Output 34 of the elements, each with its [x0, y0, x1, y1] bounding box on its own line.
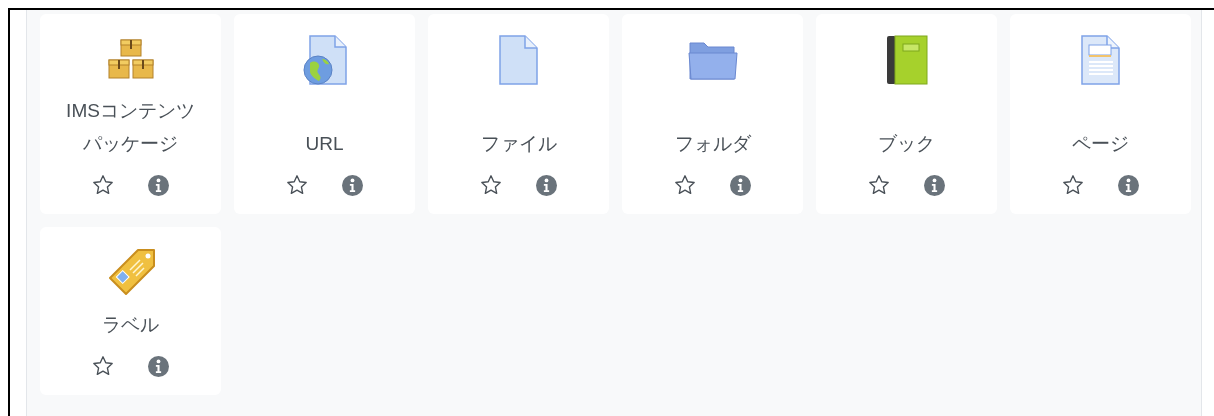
module-name: IMSコンテンツ: [66, 99, 195, 123]
module-name: ラベル: [102, 313, 159, 337]
star-icon[interactable]: [92, 355, 114, 377]
module-name: ページ: [1072, 132, 1129, 156]
star-icon[interactable]: [868, 174, 890, 196]
module-card[interactable]: ブック: [816, 14, 997, 214]
module-card[interactable]: ラベル: [40, 227, 221, 395]
page-icon: [1080, 35, 1121, 85]
book-icon: [885, 35, 928, 85]
star-icon[interactable]: [92, 174, 114, 196]
module-name: ファイル: [480, 132, 557, 156]
module-card[interactable]: ファイル: [428, 14, 609, 214]
module-card[interactable]: URL: [234, 14, 415, 214]
info-icon[interactable]: [342, 174, 363, 196]
info-icon[interactable]: [730, 174, 751, 196]
folder-icon: [687, 39, 738, 81]
info-icon[interactable]: [536, 174, 557, 196]
module-name: URL: [305, 132, 344, 156]
document-icon: [498, 35, 539, 85]
module-name: フォルダ: [674, 132, 751, 156]
globe-document-icon: [301, 35, 348, 85]
star-icon[interactable]: [480, 174, 502, 196]
star-icon[interactable]: [1062, 174, 1084, 196]
star-icon[interactable]: [674, 174, 696, 196]
module-card[interactable]: IMSコンテンツ パッケージ: [40, 14, 221, 214]
star-icon[interactable]: [286, 174, 308, 196]
module-card[interactable]: ページ: [1010, 14, 1191, 214]
info-icon[interactable]: [1118, 174, 1139, 196]
module-name: パッケージ: [83, 132, 178, 156]
module-name: ブック: [878, 132, 935, 156]
module-card[interactable]: フォルダ: [622, 14, 803, 214]
info-icon[interactable]: [924, 174, 945, 196]
info-icon[interactable]: [148, 355, 169, 377]
info-icon[interactable]: [148, 174, 169, 196]
